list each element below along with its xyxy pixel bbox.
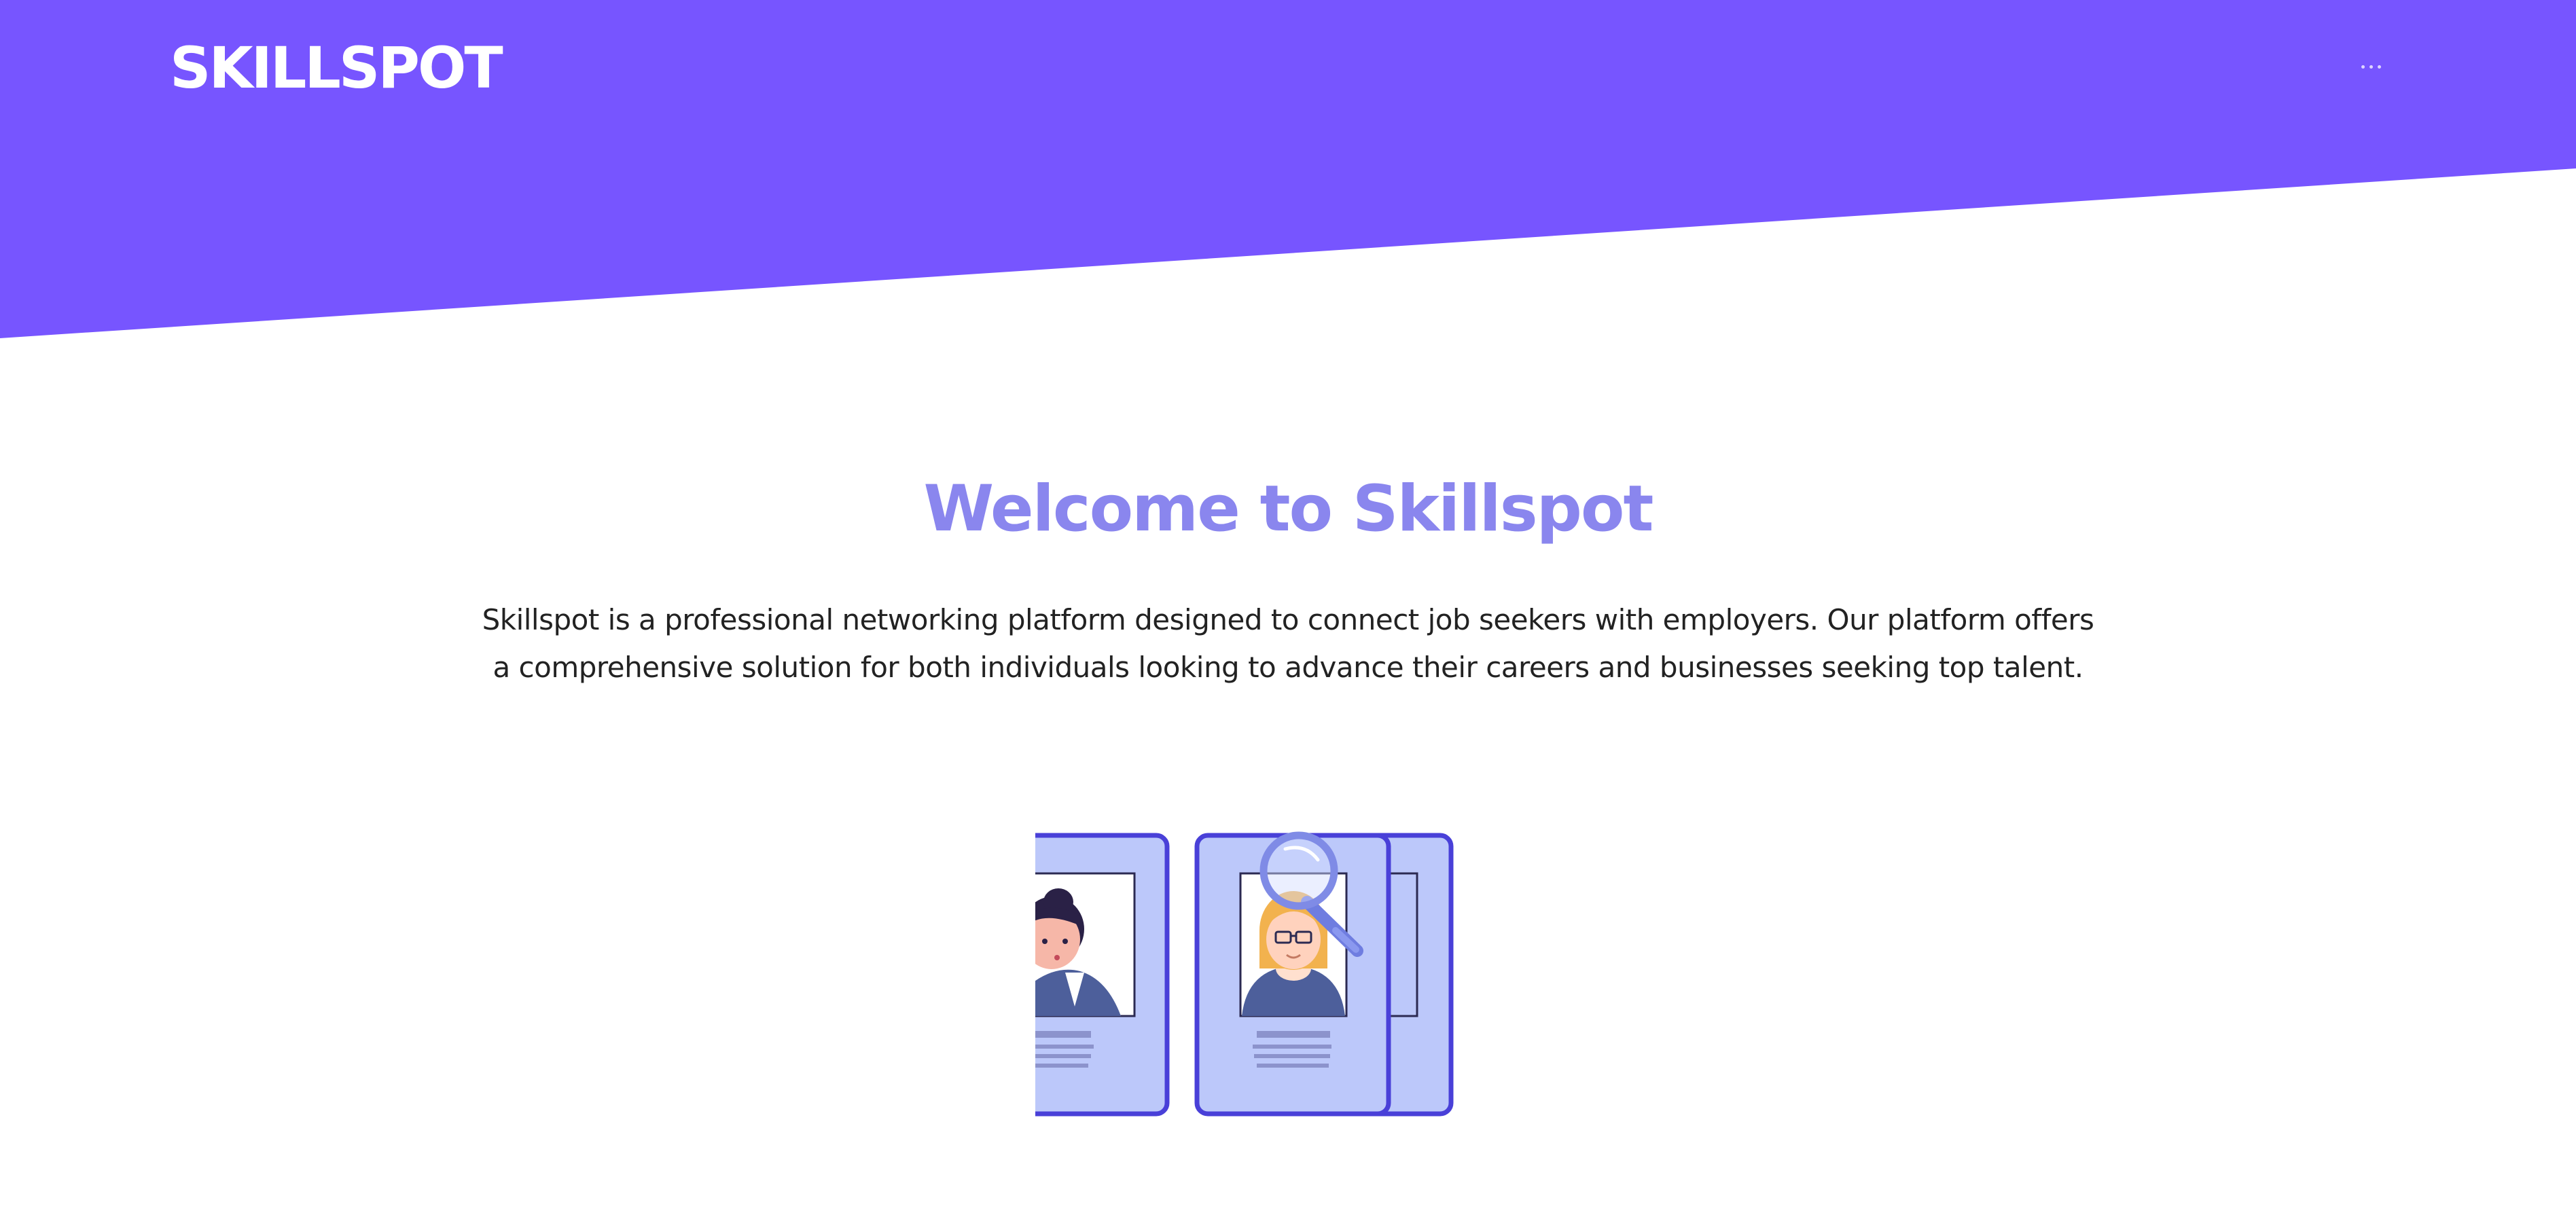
menu-button[interactable] [2352,53,2390,80]
ellipsis-icon [2377,65,2381,69]
profile-card-icon [1035,833,1170,1117]
site-logo[interactable]: SKILLSPOT [170,27,503,109]
candidate-search-illustration [1035,831,1454,1117]
ellipsis-icon [2361,65,2365,69]
intro-paragraph: Skillspot is a professional networking p… [482,603,2094,684]
page-title: Welcome to Skillspot [923,472,1654,546]
ellipsis-icon [2369,65,2373,69]
landing-page: SKILLSPOT Welcome to Skillspot Skillspot… [0,0,2576,1232]
